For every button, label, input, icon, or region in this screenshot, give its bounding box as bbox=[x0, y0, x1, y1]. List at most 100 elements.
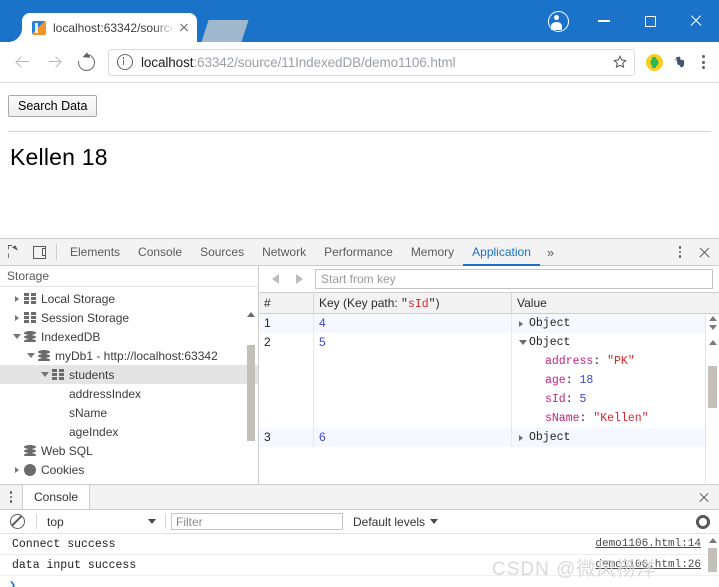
row-value[interactable]: Object bbox=[512, 428, 719, 447]
inspect-element-icon[interactable] bbox=[2, 240, 27, 265]
object-label: Object bbox=[529, 431, 571, 444]
scrollbar-thumb[interactable] bbox=[247, 345, 255, 441]
next-page-icon[interactable] bbox=[287, 268, 311, 290]
sidebar-item-addressindex[interactable]: addressIndex bbox=[0, 384, 258, 403]
sidebar-item-label: Web SQL bbox=[41, 443, 93, 458]
search-data-button[interactable]: Search Data bbox=[8, 95, 98, 117]
site-info-icon[interactable] bbox=[117, 54, 133, 70]
table-row[interactable]: 1 4 Object bbox=[259, 314, 719, 333]
reload-button[interactable] bbox=[71, 47, 101, 77]
column-header-value[interactable]: Value bbox=[512, 293, 719, 313]
property-value: "PK" bbox=[607, 355, 635, 368]
table-row[interactable]: 3 6 Object bbox=[259, 428, 719, 447]
forward-button[interactable] bbox=[39, 47, 69, 77]
result-text: Kellen 18 bbox=[10, 144, 108, 170]
collapse-triangle-icon[interactable] bbox=[38, 372, 52, 377]
row-value[interactable]: Object bbox=[512, 314, 719, 333]
row-value[interactable]: Object address: "PK" age: 18 sId: 5 sNam… bbox=[512, 333, 719, 428]
collapse-object-icon[interactable] bbox=[519, 333, 529, 352]
console-messages: Connect success demo1106.html:14 data in… bbox=[0, 534, 719, 587]
collapse-triangle-icon[interactable] bbox=[24, 353, 38, 358]
chrome-menu-icon[interactable] bbox=[693, 52, 713, 72]
tab-sources[interactable]: Sources bbox=[191, 239, 253, 265]
window-close-button[interactable] bbox=[673, 0, 719, 42]
devtools-menu-icon[interactable] bbox=[669, 240, 691, 265]
column-header-key[interactable]: Key (Key path: "sId") bbox=[314, 293, 512, 313]
expand-object-icon[interactable] bbox=[519, 428, 529, 447]
drawer-close-icon[interactable] bbox=[689, 485, 719, 509]
tab-console[interactable]: Console bbox=[129, 239, 191, 265]
row-key: 4 bbox=[314, 314, 512, 333]
expand-object-icon[interactable] bbox=[519, 314, 529, 333]
device-toolbar-icon[interactable] bbox=[27, 240, 52, 265]
prev-page-icon[interactable] bbox=[263, 268, 287, 290]
console-message-source[interactable]: demo1106.html:14 bbox=[595, 538, 701, 550]
sidebar-item-sname[interactable]: sName bbox=[0, 403, 258, 422]
drawer-tabbar: Console bbox=[0, 485, 719, 510]
property-value: 5 bbox=[579, 393, 587, 406]
console-filter-input[interactable] bbox=[171, 513, 343, 530]
more-tabs-icon[interactable]: » bbox=[540, 245, 561, 260]
new-tab-button[interactable] bbox=[201, 20, 249, 42]
console-settings-icon[interactable] bbox=[691, 512, 715, 532]
profile-avatar-icon[interactable] bbox=[535, 0, 581, 42]
console-scrollbar[interactable] bbox=[707, 534, 719, 587]
tab-memory[interactable]: Memory bbox=[402, 239, 463, 265]
sidebar-item-cookies[interactable]: Cookies bbox=[0, 460, 258, 479]
evernote-elephant-icon bbox=[675, 56, 685, 68]
expand-triangle-icon[interactable] bbox=[10, 466, 24, 473]
start-from-key-input[interactable] bbox=[315, 269, 713, 289]
expand-triangle-icon[interactable] bbox=[10, 314, 24, 321]
maximize-button[interactable] bbox=[627, 0, 673, 42]
property-name: age bbox=[545, 374, 566, 387]
devtools-close-icon[interactable] bbox=[691, 240, 717, 265]
tab-elements[interactable]: Elements bbox=[61, 239, 129, 265]
sidebar-item-label: myDb1 - http://localhost:63342 bbox=[55, 348, 218, 363]
sidebar-item-label: sName bbox=[69, 405, 108, 420]
browser-tab[interactable]: localhost:63342/source bbox=[8, 13, 197, 42]
database-icon bbox=[24, 445, 36, 457]
expand-triangle-icon[interactable] bbox=[10, 295, 24, 302]
log-levels-select[interactable]: Default levels bbox=[353, 514, 439, 529]
idb-data-toolbar bbox=[259, 266, 719, 293]
cookie-icon bbox=[24, 463, 36, 476]
collapse-triangle-icon[interactable] bbox=[10, 334, 24, 339]
sidebar-item-session-storage[interactable]: Session Storage bbox=[0, 308, 258, 327]
sidebar-item-indexeddb[interactable]: IndexedDB bbox=[0, 327, 258, 346]
scrollbar-thumb[interactable] bbox=[708, 366, 717, 408]
clear-console-icon[interactable] bbox=[4, 511, 31, 533]
execution-context-select[interactable]: top bbox=[42, 515, 160, 529]
tab-close-icon[interactable] bbox=[175, 19, 193, 37]
console-message-source[interactable]: demo1106.html:26 bbox=[595, 559, 701, 571]
sidebar-item-mydb1[interactable]: myDb1 - http://localhost:63342 bbox=[0, 346, 258, 365]
tab-network[interactable]: Network bbox=[253, 239, 315, 265]
scroll-down-icon[interactable] bbox=[709, 325, 717, 330]
drawer-menu-icon[interactable] bbox=[0, 485, 22, 509]
sidebar-item-students[interactable]: students bbox=[0, 365, 258, 384]
scroll-up-icon[interactable] bbox=[246, 309, 256, 320]
bookmark-star-icon[interactable] bbox=[612, 54, 628, 70]
ext-green-icon[interactable] bbox=[641, 49, 667, 75]
column-header-index[interactable]: # bbox=[259, 293, 314, 313]
scroll-page-up-icon[interactable] bbox=[709, 340, 717, 345]
drawer-tab-console[interactable]: Console bbox=[22, 485, 91, 509]
data-grid-header: # Key (Key path: "sId") Value bbox=[259, 293, 719, 314]
sidebar-item-local-storage[interactable]: Local Storage bbox=[0, 289, 258, 308]
scroll-up-icon[interactable] bbox=[709, 316, 717, 321]
log-levels-label: Default levels bbox=[353, 514, 426, 529]
back-button[interactable] bbox=[7, 47, 37, 77]
console-prompt[interactable]: ❯ bbox=[0, 576, 719, 587]
evernote-icon[interactable] bbox=[667, 49, 693, 75]
sidebar-item-ageindex[interactable]: ageIndex bbox=[0, 422, 258, 441]
tab-performance[interactable]: Performance bbox=[315, 239, 402, 265]
database-icon bbox=[24, 331, 36, 343]
property-value: 18 bbox=[579, 374, 594, 387]
sidebar-item-web-sql[interactable]: Web SQL bbox=[0, 441, 258, 460]
scroll-up-icon[interactable] bbox=[709, 538, 717, 543]
address-bar[interactable]: localhost:63342/source/11IndexedDB/demo1… bbox=[108, 48, 635, 76]
scrollbar-thumb[interactable] bbox=[708, 548, 717, 572]
minimize-button[interactable] bbox=[581, 0, 627, 42]
table-row[interactable]: 2 5 Object address: "PK" age: 18 sId: 5 … bbox=[259, 333, 719, 428]
tab-application[interactable]: Application bbox=[463, 239, 540, 266]
console-message: data input success demo1106.html:26 bbox=[0, 555, 719, 576]
